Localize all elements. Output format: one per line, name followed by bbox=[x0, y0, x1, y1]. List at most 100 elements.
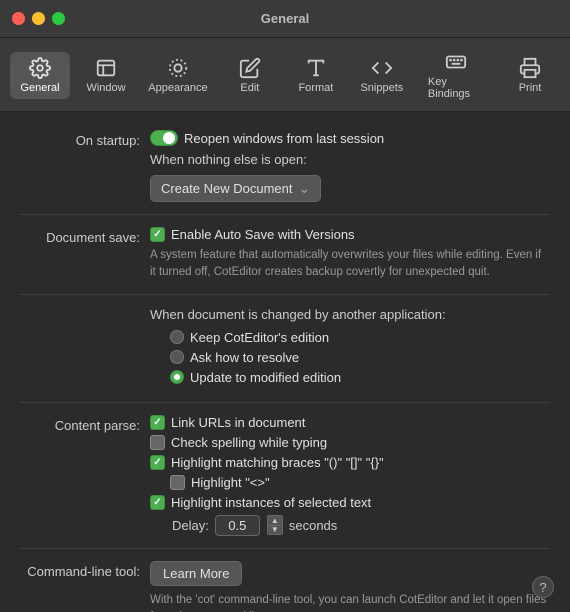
radio-update-text: Update to modified edition bbox=[190, 370, 341, 385]
settings-content: On startup: Reopen windows from last ses… bbox=[0, 112, 570, 612]
match-braces-label[interactable]: Highlight matching braces "()" "[]" "{}" bbox=[150, 455, 384, 470]
autosave-checkbox[interactable] bbox=[150, 227, 165, 242]
link-urls-checkbox[interactable] bbox=[150, 415, 165, 430]
delay-label: Delay: bbox=[172, 518, 209, 533]
snippets-icon bbox=[371, 57, 393, 79]
sep1 bbox=[20, 214, 550, 215]
highlight-angle-text: Highlight "<>" bbox=[191, 475, 270, 490]
highlight-selected-label[interactable]: Highlight instances of selected text bbox=[150, 495, 371, 510]
radio-keep[interactable] bbox=[170, 330, 184, 344]
tab-edit-label: Edit bbox=[240, 82, 259, 94]
radio-keep-label[interactable]: Keep CotEditor's edition bbox=[170, 330, 329, 345]
match-braces-checkbox[interactable] bbox=[150, 455, 165, 470]
match-braces-row: Highlight matching braces "()" "[]" "{}" bbox=[150, 455, 550, 470]
radio-update[interactable] bbox=[170, 370, 184, 384]
command-line-label: Command-line tool: bbox=[20, 561, 150, 582]
spell-check-row: Check spelling while typing bbox=[150, 435, 550, 450]
sep2 bbox=[20, 294, 550, 295]
spell-check-checkbox[interactable] bbox=[150, 435, 165, 450]
tab-format-label: Format bbox=[298, 82, 333, 94]
autosave-text: Enable Auto Save with Versions bbox=[171, 227, 355, 242]
tab-print[interactable]: Print bbox=[500, 52, 560, 99]
link-urls-row: Link URLs in document bbox=[150, 415, 550, 430]
document-save-row: Document save: Enable Auto Save with Ver… bbox=[20, 227, 550, 282]
learn-more-button[interactable]: Learn More bbox=[150, 561, 242, 586]
seconds-label: seconds bbox=[289, 518, 337, 533]
link-urls-text: Link URLs in document bbox=[171, 415, 305, 430]
document-save-controls: Enable Auto Save with Versions A system … bbox=[150, 227, 550, 282]
tab-window-label: Window bbox=[86, 82, 125, 94]
appearance-icon bbox=[167, 57, 189, 79]
close-button[interactable] bbox=[12, 12, 25, 25]
reopen-text: Reopen windows from last session bbox=[184, 131, 384, 146]
match-braces-text: Highlight matching braces "()" "[]" "{}" bbox=[171, 455, 384, 470]
when-changed-empty bbox=[20, 307, 150, 308]
titlebar: General bbox=[0, 0, 570, 38]
document-save-label: Document save: bbox=[20, 227, 150, 248]
when-changed-label: When document is changed by another appl… bbox=[150, 307, 550, 322]
window-title: General bbox=[261, 11, 309, 26]
highlight-angle-label[interactable]: Highlight "<>" bbox=[170, 475, 270, 490]
startup-label: On startup: bbox=[20, 130, 150, 151]
reopen-label[interactable]: Reopen windows from last session bbox=[150, 130, 384, 146]
tab-general-label: General bbox=[20, 82, 59, 94]
radio-update-row: Update to modified edition bbox=[170, 370, 550, 385]
when-changed-controls: When document is changed by another appl… bbox=[150, 307, 550, 390]
delay-stepper: ▲ ▼ bbox=[267, 515, 283, 535]
sep4 bbox=[20, 548, 550, 549]
window-controls bbox=[12, 12, 65, 25]
window-icon bbox=[95, 57, 117, 79]
minimize-button[interactable] bbox=[32, 12, 45, 25]
nothing-open-label: When nothing else is open: bbox=[150, 152, 550, 167]
tab-keybindings-label: Key Bindings bbox=[428, 76, 484, 100]
highlight-selected-text: Highlight instances of selected text bbox=[171, 495, 371, 510]
format-icon bbox=[305, 57, 327, 79]
print-icon bbox=[519, 57, 541, 79]
tab-appearance-label: Appearance bbox=[148, 82, 207, 94]
highlight-angle-row: Highlight "<>" bbox=[170, 475, 550, 490]
content-parse-controls: Link URLs in document Check spelling whi… bbox=[150, 415, 550, 536]
tab-general[interactable]: General bbox=[10, 52, 70, 99]
delay-input[interactable] bbox=[215, 515, 260, 536]
radio-keep-row: Keep CotEditor's edition bbox=[170, 330, 550, 345]
delay-row: Delay: ▲ ▼ seconds bbox=[172, 515, 550, 536]
tab-print-label: Print bbox=[519, 82, 542, 94]
content-parse-row: Content parse: Link URLs in document Che… bbox=[20, 415, 550, 536]
radio-ask-text: Ask how to resolve bbox=[190, 350, 299, 365]
content-parse-label: Content parse: bbox=[20, 415, 150, 436]
reopen-toggle[interactable] bbox=[150, 130, 178, 146]
reopen-row: Reopen windows from last session bbox=[150, 130, 550, 146]
link-urls-label[interactable]: Link URLs in document bbox=[150, 415, 305, 430]
startup-row: On startup: Reopen windows from last ses… bbox=[20, 130, 550, 202]
tab-keybindings[interactable]: Key Bindings bbox=[418, 46, 494, 105]
radio-ask-row: Ask how to resolve bbox=[170, 350, 550, 365]
spell-check-label[interactable]: Check spelling while typing bbox=[150, 435, 327, 450]
highlight-angle-checkbox[interactable] bbox=[170, 475, 185, 490]
tab-edit[interactable]: Edit bbox=[220, 52, 280, 99]
radio-ask-label[interactable]: Ask how to resolve bbox=[170, 350, 299, 365]
keybindings-icon bbox=[445, 51, 467, 73]
create-document-dropdown[interactable]: Create New Document bbox=[150, 175, 321, 202]
autosave-description: A system feature that automatically over… bbox=[150, 247, 550, 282]
startup-controls: Reopen windows from last session When no… bbox=[150, 130, 550, 202]
command-line-row: Command-line tool: Learn More With the '… bbox=[20, 561, 550, 612]
radio-update-label[interactable]: Update to modified edition bbox=[170, 370, 341, 385]
maximize-button[interactable] bbox=[52, 12, 65, 25]
tab-appearance[interactable]: Appearance bbox=[142, 52, 214, 99]
tab-snippets-label: Snippets bbox=[360, 82, 403, 94]
stepper-down[interactable]: ▼ bbox=[267, 525, 283, 535]
help-button[interactable]: ? bbox=[532, 576, 554, 598]
highlight-selected-checkbox[interactable] bbox=[150, 495, 165, 510]
radio-ask[interactable] bbox=[170, 350, 184, 364]
stepper-up[interactable]: ▲ bbox=[267, 515, 283, 525]
gear-icon bbox=[29, 57, 51, 79]
tab-snippets[interactable]: Snippets bbox=[352, 52, 412, 99]
sep3 bbox=[20, 402, 550, 403]
command-line-description: With the 'cot' command-line tool, you ca… bbox=[150, 592, 550, 612]
tab-format[interactable]: Format bbox=[286, 52, 346, 99]
tab-window[interactable]: Window bbox=[76, 52, 136, 99]
when-changed-row: When document is changed by another appl… bbox=[20, 307, 550, 390]
spell-check-text: Check spelling while typing bbox=[171, 435, 327, 450]
autosave-label[interactable]: Enable Auto Save with Versions bbox=[150, 227, 355, 242]
radio-keep-text: Keep CotEditor's edition bbox=[190, 330, 329, 345]
